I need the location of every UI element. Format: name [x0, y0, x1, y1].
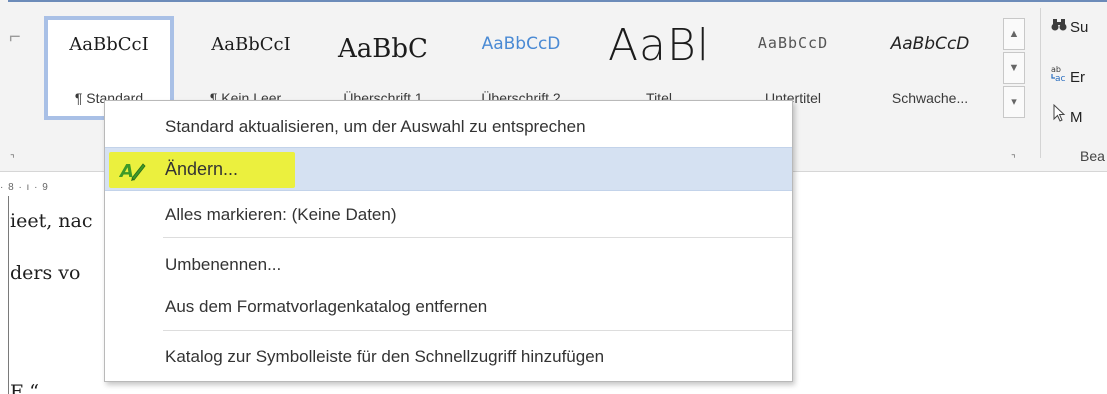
style-sample: AaBbCcI — [211, 34, 291, 55]
gallery-scroll-controls: ▲ ▼ ▾ — [1003, 18, 1025, 120]
select-label: M — [1070, 109, 1083, 126]
binoculars-icon — [1050, 18, 1068, 35]
document-text-line: F “ — [10, 381, 39, 394]
cursor-icon — [1050, 103, 1068, 125]
paragraph-dialog-launcher-icon[interactable]: ⌝ — [10, 154, 15, 165]
gallery-scroll-down-button[interactable]: ▼ — [1003, 52, 1025, 84]
gallery-more-button[interactable]: ▾ — [1003, 86, 1025, 118]
gallery-scroll-up-button[interactable]: ▲ — [1003, 18, 1025, 50]
editing-group-label: Bea — [1080, 148, 1105, 164]
ribbon-top-border — [8, 0, 1107, 4]
ruler: · 8 · ı · 9 — [0, 182, 49, 193]
style-sample: AaBbCcI — [69, 34, 149, 55]
select-button[interactable]: M — [1050, 103, 1107, 128]
paragraph-group-edge: ⌐ — [9, 26, 21, 48]
menu-item-remove-from-gallery[interactable]: Aus dem Formatvorlagenkatalog entfernen — [105, 285, 792, 329]
menu-item-label: Standard aktualisieren, um der Auswahl z… — [165, 117, 586, 136]
menu-item-add-to-quick-access[interactable]: Katalog zur Symbolleiste für den Schnell… — [105, 335, 792, 379]
style-context-menu: Standard aktualisieren, um der Auswahl z… — [104, 100, 793, 382]
style-tile-schwache-hervorhebung[interactable]: AaBbCcD Schwache... — [860, 16, 1000, 120]
style-sample: AaBbC — [338, 34, 428, 64]
svg-text:A: A — [119, 161, 134, 182]
replace-label: Er — [1070, 69, 1085, 86]
menu-item-label: Alles markieren: (Keine Daten) — [165, 205, 397, 224]
menu-item-label: Umbenennen... — [165, 255, 282, 274]
styles-dialog-launcher-icon[interactable]: ⌝ — [1011, 154, 1016, 165]
svg-text:ac: ac — [1055, 74, 1066, 82]
menu-item-label: Katalog zur Symbolleiste für den Schnell… — [165, 347, 605, 366]
style-sample: AaBbCcD — [481, 34, 561, 54]
replace-icon: ab ac — [1050, 64, 1068, 85]
document-text-line: ieet, nac — [10, 210, 93, 232]
style-sample: AaBbCcD — [890, 34, 970, 54]
menu-item-update-style[interactable]: Standard aktualisieren, um der Auswahl z… — [105, 105, 792, 149]
svg-text:ab: ab — [1051, 65, 1061, 74]
menu-item-rename[interactable]: Umbenennen... — [105, 243, 792, 287]
replace-button[interactable]: ab ac Er — [1050, 64, 1107, 88]
page-edge — [8, 196, 9, 394]
menu-separator — [163, 237, 792, 238]
menu-separator — [163, 330, 792, 331]
style-sample: AaBl — [607, 20, 711, 71]
menu-item-select-all[interactable]: Alles markieren: (Keine Daten) — [105, 193, 792, 237]
editing-group: Su ab ac Er M — [1050, 18, 1107, 168]
menu-item-label: Ändern... — [165, 159, 239, 179]
document-text-line: ders vo — [10, 262, 81, 284]
group-divider — [1040, 8, 1041, 158]
menu-item-label: Aus dem Formatvorlagenkatalog entfernen — [165, 297, 488, 316]
search-label: Su — [1070, 19, 1089, 36]
search-button[interactable]: Su — [1050, 18, 1107, 42]
menu-item-modify-style[interactable]: A Ändern... — [105, 147, 792, 191]
style-label: Schwache... — [891, 90, 969, 106]
style-sample: AaBbCcD — [757, 34, 829, 52]
edit-style-icon: A — [118, 158, 147, 182]
